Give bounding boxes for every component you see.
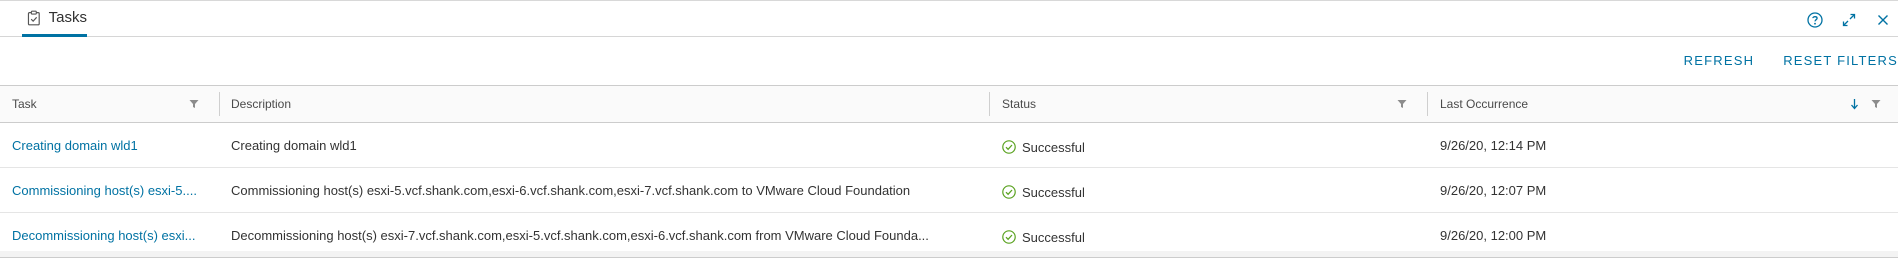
column-divider[interactable] [219,92,220,116]
column-header-task[interactable]: Task [12,86,207,122]
last-occurrence: 9/26/20, 12:07 PM [1440,182,1547,198]
column-divider[interactable] [1427,92,1428,116]
filter-icon[interactable] [1397,99,1407,109]
tab-label: Tasks [48,9,87,26]
refresh-button[interactable]: REFRESH [1684,53,1755,68]
reset-filters-button[interactable]: RESET FILTERS [1783,53,1898,68]
filter-icon[interactable] [1871,99,1881,109]
task-link[interactable]: Commissioning host(s) esxi-5.... [12,183,197,198]
task-link[interactable]: Decommissioning host(s) esxi... [12,228,196,243]
close-icon[interactable] [1874,11,1892,29]
status-indicator: Successful [1002,140,1085,155]
tasks-table: Task Description Status Last Occurrence … [0,85,1898,258]
column-header-description[interactable]: Description [231,86,976,122]
column-header-status[interactable]: Status [1002,86,1412,122]
column-divider[interactable] [989,92,990,116]
task-description: Creating domain wld1 [231,137,357,153]
task-description: Decommissioning host(s) esxi-7.vcf.shank… [231,227,929,243]
status-text: Successful [1022,184,1085,200]
task-link[interactable]: Creating domain wld1 [12,138,138,153]
task-description: Commissioning host(s) esxi-5.vcf.shank.c… [231,182,911,198]
filter-icon[interactable] [189,99,199,109]
column-header-last-occurrence[interactable]: Last Occurrence [1440,86,1840,122]
status-text: Successful [1022,229,1085,245]
help-icon[interactable] [1806,11,1824,29]
last-occurrence: 9/26/20, 12:00 PM [1440,227,1547,243]
table-row[interactable]: Commissioning host(s) esxi-5.... Commiss… [0,168,1898,213]
panel-header: Tasks [0,1,1898,37]
last-occurrence: 9/26/20, 12:14 PM [1440,137,1547,153]
table-header: Task Description Status Last Occurrence [0,86,1898,123]
status-indicator: Successful [1002,230,1085,245]
grid-footer-edge [0,251,1898,257]
sort-descending-icon[interactable] [1850,98,1859,110]
toolbar: REFRESH RESET FILTERS [1684,53,1898,68]
success-check-icon [1002,185,1016,199]
success-check-icon [1002,140,1016,154]
table-row[interactable]: Creating domain wld1 Creating domain wld… [0,123,1898,168]
tab-tasks[interactable]: Tasks [22,1,87,37]
expand-icon[interactable] [1840,11,1858,29]
header-actions [1806,11,1892,29]
success-check-icon [1002,230,1016,244]
clipboard-icon [27,10,40,25]
status-text: Successful [1022,139,1085,155]
status-indicator: Successful [1002,185,1085,200]
